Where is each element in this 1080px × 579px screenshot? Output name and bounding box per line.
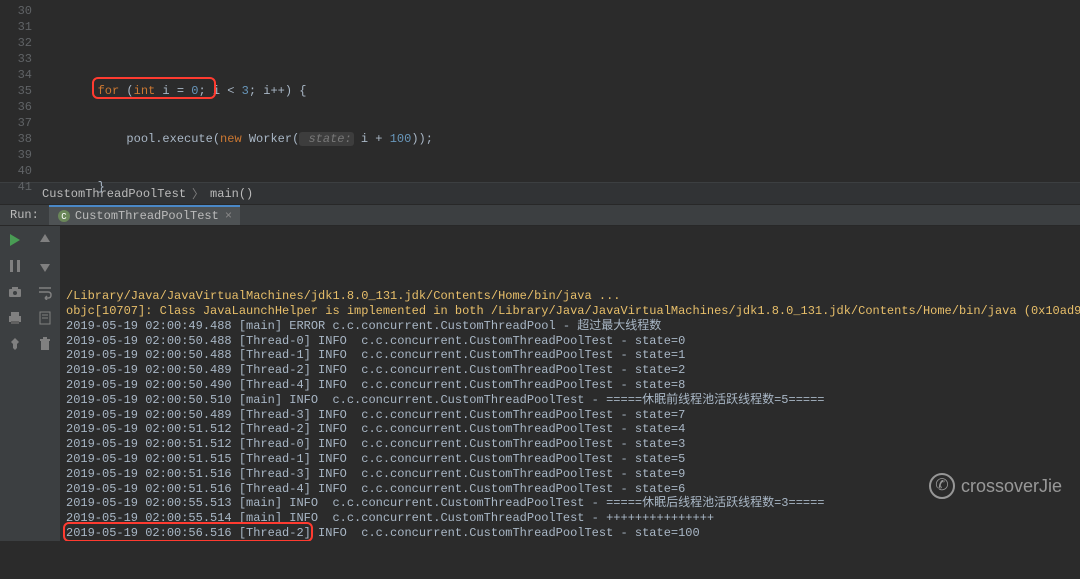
pause-icon[interactable] [7, 258, 23, 274]
pin-icon[interactable] [7, 336, 23, 352]
printer-icon[interactable] [7, 310, 23, 326]
code-content[interactable]: for (int i = 0; i < 3; i++) { pool.execu… [40, 0, 1080, 182]
watermark: ✆ crossoverJie [929, 473, 1062, 499]
run-toolbar-left [0, 226, 30, 541]
editor-area: 303132333435363738394041 for (int i = 0;… [0, 0, 1080, 182]
run-panel-body: ✆ crossoverJie /Library/Java/JavaVirtual… [0, 226, 1080, 541]
camera-icon[interactable] [7, 284, 23, 300]
wechat-icon: ✆ [929, 473, 955, 499]
rerun-icon[interactable] [7, 232, 23, 248]
line-gutter: 303132333435363738394041 [0, 0, 40, 182]
console-output[interactable]: ✆ crossoverJie /Library/Java/JavaVirtual… [60, 226, 1080, 541]
